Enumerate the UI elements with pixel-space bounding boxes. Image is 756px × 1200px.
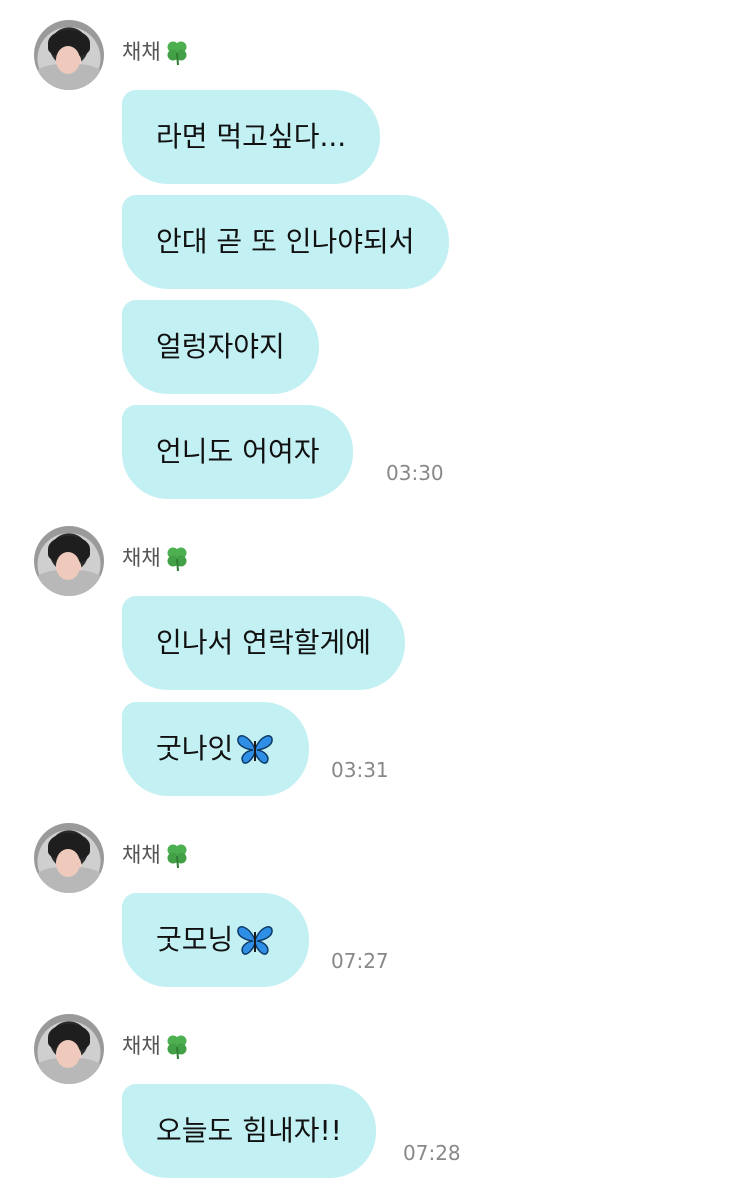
sender-name: 채채 [122,841,191,869]
sender-name: 채채 [122,544,191,572]
message-bubble[interactable]: 안대 곧 또 인나야되서 [122,195,449,289]
message-bubble[interactable]: 오늘도 힘내자!! [122,1084,376,1178]
sender-name: 채채 [122,38,191,66]
message-bubble[interactable]: 굿나잇 [122,702,310,796]
clover-icon [167,1035,187,1060]
avatar[interactable] [34,20,104,90]
message-bubble[interactable]: 라면 먹고싶다... [122,90,381,184]
message-timestamp: 07:27 [331,949,389,973]
butterfly-icon [237,735,274,764]
avatar[interactable] [34,526,104,596]
message-timestamp: 03:31 [331,758,389,782]
sender-name-text: 채채 [122,546,161,570]
message-timestamp: 03:30 [386,461,444,485]
sender-name-text: 채채 [122,40,161,64]
sender-name-text: 채채 [122,1034,161,1058]
message-bubble[interactable]: 얼렁자야지 [122,300,319,394]
clover-icon [167,41,187,66]
avatar[interactable] [34,1014,104,1084]
butterfly-icon [237,926,274,955]
clover-icon [167,547,187,572]
avatar[interactable] [34,823,104,893]
message-bubble[interactable]: 인나서 연락할게에 [122,596,405,690]
chat-thread: 채채 라면 먹고싶다... 안대 곧 또 인나야되서 얼렁자야지 언니도 어여자… [0,0,756,1200]
sender-name: 채채 [122,1032,191,1060]
clover-icon [167,844,187,869]
message-timestamp: 07:28 [403,1141,461,1165]
message-bubble[interactable]: 언니도 어여자 [122,405,354,499]
message-bubble[interactable]: 굿모닝 [122,893,310,987]
sender-name-text: 채채 [122,843,161,867]
